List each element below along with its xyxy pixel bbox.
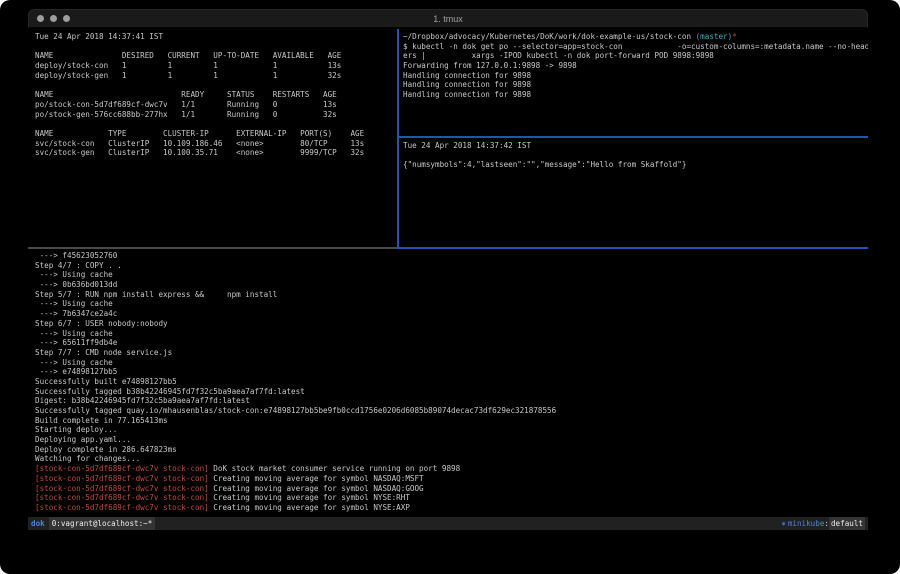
terminal-line: ---> Using cache (35, 299, 868, 309)
terminal-line: Deploy complete in 286.647823ms (35, 445, 868, 455)
terminal-line: Tue 24 Apr 2018 14:37:42 IST (403, 141, 868, 151)
terminal-line: Tue 24 Apr 2018 14:37:41 IST (35, 32, 395, 42)
zoom-button-icon[interactable] (63, 15, 70, 22)
terminal-line: Handling connection for 9898 (403, 71, 868, 81)
terminal-line: NAME DESIRED CURRENT UP-TO-DATE AVAILABL… (35, 51, 395, 61)
kube-namespace: default (829, 517, 865, 530)
terminal-line: [stock-con-5d7df689cf-dwc7v stock-con] C… (35, 493, 868, 503)
terminal-line: deploy/stock-gen 1 1 1 1 32s (35, 71, 395, 81)
terminal-line: [stock-con-5d7df689cf-dwc7v stock-con] C… (35, 484, 868, 494)
titlebar[interactable]: 1. tmux (28, 9, 868, 28)
terminal-line: Step 4/7 : COPY . . (35, 261, 868, 271)
terminal-line: Step 5/7 : RUN npm install express && np… (35, 290, 868, 300)
terminal-line: Successfully tagged quay.io/mhausenblas/… (35, 406, 868, 416)
terminal-line (35, 119, 395, 129)
terminal-line: Build complete in 77.165413ms (35, 416, 868, 426)
terminal-line: [stock-con-5d7df689cf-dwc7v stock-con] C… (35, 503, 868, 513)
terminal-line: ---> Using cache (35, 270, 868, 280)
terminal-line: ---> Using cache (35, 329, 868, 339)
tmux-status-bar: dok 0:vagrant@localhost:~* ⎈ minikube : … (28, 517, 868, 530)
terminal-line: ---> 0b636bd013dd (35, 280, 868, 290)
terminal-line (35, 42, 395, 52)
screenshot: 1. tmux Tue 24 Apr 2018 14:37:41 IST NAME… (0, 0, 900, 574)
minimize-button-icon[interactable] (50, 15, 57, 22)
pane-divider-horizontal-left (28, 247, 397, 249)
terminal-line: Successfully tagged b38b42246945fd7f32c5… (35, 387, 868, 397)
terminal-line: ~/Dropbox/advocacy/Kubernetes/DoK/work/d… (403, 32, 868, 42)
pane-service-output[interactable]: Tue 24 Apr 2018 14:37:42 IST {"numsymbols… (403, 141, 868, 246)
terminal-line: {"numsymbols":4,"lastseen":"","message":… (403, 160, 868, 170)
terminal-window: 1. tmux Tue 24 Apr 2018 14:37:41 IST NAME… (0, 0, 900, 574)
terminal-line: Step 7/7 : CMD node service.js (35, 348, 868, 358)
terminal-line: ---> 7b6347ce2a4c (35, 309, 868, 319)
terminal-line: NAME READY STATUS RESTARTS AGE (35, 90, 395, 100)
terminal-line: ---> e74898127bb5 (35, 367, 868, 377)
kube-context: minikube (788, 519, 825, 528)
terminal-line: [stock-con-5d7df689cf-dwc7v stock-con] D… (35, 464, 868, 474)
terminal-line: Digest: b38b42246945fd7f32c5ba9aea7af7fd… (35, 396, 868, 406)
pane-divider-horizontal-bottom (397, 247, 868, 249)
traffic-lights (29, 15, 70, 22)
close-button-icon[interactable] (37, 15, 44, 22)
terminal-line (403, 151, 868, 161)
window-title: 1. tmux (29, 14, 867, 24)
terminal-line: ---> f45623052760 (35, 251, 868, 261)
pane-divider-vertical (397, 29, 399, 248)
terminal-line: Handling connection for 9898 (403, 80, 868, 90)
session-name: dok (31, 519, 45, 528)
terminal-line: Handling connection for 9898 (403, 90, 868, 100)
terminal-line: svc/stock-gen ClusterIP 10.100.35.71 <no… (35, 148, 395, 158)
terminal-line: deploy/stock-con 1 1 1 1 13s (35, 61, 395, 71)
terminal-line: Step 6/7 : USER nobody:nobody (35, 319, 868, 329)
window-tab[interactable]: 0:vagrant@localhost:~* (49, 517, 156, 530)
terminal-line: Watching for changes... (35, 454, 868, 464)
pane-port-forward[interactable]: ~/Dropbox/advocacy/Kubernetes/DoK/work/d… (403, 32, 868, 135)
terminal-line: po/stock-gen-576cc688bb-277hx 1/1 Runnin… (35, 110, 395, 120)
terminal-line: Forwarding from 127.0.0.1:9898 -> 9898 (403, 61, 868, 71)
terminal-line: [stock-con-5d7df689cf-dwc7v stock-con] C… (35, 474, 868, 484)
terminal-line: $ kubectl -n dok get po --selector=app=s… (403, 42, 868, 52)
terminal-line: ers | xargs -IPOD kubectl -n dok port-fo… (403, 51, 868, 61)
terminal-line: svc/stock-con ClusterIP 10.109.186.46 <n… (35, 139, 395, 149)
terminal-line: Deploying app.yaml... (35, 435, 868, 445)
terminal-line: ---> Using cache (35, 358, 868, 368)
pane-divider-horizontal-right (399, 136, 868, 138)
pane-kubectl-watch[interactable]: Tue 24 Apr 2018 14:37:41 IST NAME DESIRED… (35, 32, 395, 246)
terminal-line: Successfully built e74898127bb5 (35, 377, 868, 387)
terminal-line (35, 80, 395, 90)
terminal-line: NAME TYPE CLUSTER-IP EXTERNAL-IP PORT(S)… (35, 129, 395, 139)
kubernetes-helm-icon: ⎈ (781, 519, 786, 528)
terminal-line: Starting deploy... (35, 425, 868, 435)
terminal-line: ---> 65611ff9db4e (35, 338, 868, 348)
terminal-line: po/stock-con-5d7df689cf-dwc7v 1/1 Runnin… (35, 100, 395, 110)
pane-skaffold-log[interactable]: ---> f45623052760Step 4/7 : COPY . . ---… (35, 251, 868, 515)
